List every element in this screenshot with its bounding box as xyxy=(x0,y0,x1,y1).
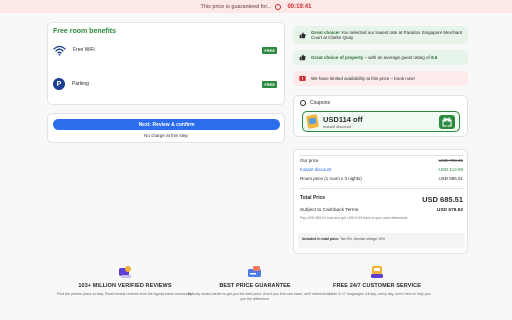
benefit-item-parking: P Parking FREE xyxy=(53,77,281,91)
divider xyxy=(299,188,464,189)
benefit-label: Free WiFi xyxy=(73,47,95,53)
price-guarantee-bar: This price is guaranteed for... 00:19:41 xyxy=(0,0,512,13)
wifi-icon xyxy=(53,44,66,56)
free-badge: FREE xyxy=(262,46,277,54)
coupons-card: Coupons USD114 off Instant discount xyxy=(293,95,468,137)
room-price-row: Room price (1 room x 3 nights) USD 685.5… xyxy=(300,176,463,181)
alert-bold: Great choice of property xyxy=(311,54,364,60)
total-price-label: Total Price xyxy=(300,195,326,201)
instant-discount-value: -USD 113.99 xyxy=(437,167,463,172)
thumbs-up-icon xyxy=(299,32,306,39)
countdown-timer: 00:19:41 xyxy=(287,3,312,10)
benefit-item-wifi: Free WiFi FREE xyxy=(53,43,281,57)
coupons-title: Coupons xyxy=(310,100,331,106)
parking-icon: P xyxy=(53,78,65,90)
feature-text: Nobody works harder to get you the best … xyxy=(187,292,323,301)
feature-reviews: 103+ MILLION VERIFIED REVIEWS Find the p… xyxy=(55,265,195,297)
next-review-confirm-button[interactable]: Next: Review & confirm xyxy=(53,119,280,130)
coupons-header: Coupons xyxy=(300,100,330,106)
alert-body: – with an average guest rating of xyxy=(363,54,432,60)
alert-text: Great choice of property – with an avera… xyxy=(311,55,437,60)
free-badge: FREE xyxy=(262,80,277,88)
room-price-value: USD 685.51 xyxy=(438,176,463,181)
coupon-icon xyxy=(300,100,306,106)
feature-title: 103+ MILLION VERIFIED REVIEWS xyxy=(78,283,172,289)
alert-icon xyxy=(299,75,306,82)
feature-title: FREE 24/7 CUSTOMER SERVICE xyxy=(333,283,421,289)
feature-text: Find the perfect place to stay. Read hon… xyxy=(57,292,193,296)
our-price-label: Our price xyxy=(300,158,319,163)
next-step-card: Next: Review & confirm No charge at this… xyxy=(47,113,285,143)
total-price-value: USD 685.51 xyxy=(422,195,463,204)
benefit-label: Parking xyxy=(72,81,89,87)
our-price-row: Our price USD 799.45 xyxy=(300,158,463,163)
included-label: Included in total price: xyxy=(302,237,340,241)
gift-icon xyxy=(439,115,455,129)
feature-customer-service: FREE 24/7 CUSTOMER SERVICE Available in … xyxy=(307,265,447,297)
room-price-label: Room price (1 room x 3 nights) xyxy=(300,176,362,181)
instant-discount-row: Instant discount -USD 113.99 xyxy=(300,167,463,172)
coupon-item[interactable]: USD114 off Instant discount xyxy=(302,111,460,132)
review-icon xyxy=(117,265,133,279)
divider xyxy=(299,155,464,156)
price-guarantee-icon xyxy=(247,265,263,279)
coupon-ticket-icon xyxy=(305,114,320,129)
our-price-value: USD 799.45 xyxy=(438,158,463,163)
lowest-rate-alert: Great choice! You selected our lowest ra… xyxy=(293,26,468,44)
instant-discount-label[interactable]: Instant discount xyxy=(300,167,332,172)
total-price-row: Total Price USD 685.51 xyxy=(300,195,463,204)
limited-availability-alert: We have limited availability at this pri… xyxy=(293,71,468,86)
customer-service-icon xyxy=(369,265,385,279)
guest-rating-alert: Great choice of property – with an avera… xyxy=(293,50,468,65)
alert-text: We have limited availability at this pri… xyxy=(311,75,415,81)
feature-price-guarantee: BEST PRICE GUARANTEE Nobody works harder… xyxy=(185,265,325,302)
clock-icon xyxy=(275,3,282,10)
cashback-value: USD 678.92 xyxy=(436,208,463,213)
thumbs-up-icon xyxy=(299,54,306,61)
guest-rating: 8.6 xyxy=(431,54,438,60)
feature-title: BEST PRICE GUARANTEE xyxy=(219,283,291,289)
cashback-row: Subject to Cashback Terms USD 678.92 xyxy=(300,208,463,213)
coupon-subtitle: Instant discount xyxy=(323,124,352,129)
alert-bold: Great choice! xyxy=(311,29,340,35)
coupon-amount: USD114 off xyxy=(323,115,363,124)
price-guarantee-message: This price is guaranteed for... xyxy=(200,3,272,10)
included-text: Tax 9%, Service charge 10% xyxy=(339,237,385,241)
included-in-total: Included in total price: Tax 9%, Service… xyxy=(298,233,465,248)
price-breakdown-card: Our price USD 799.45 Instant discount -U… xyxy=(293,149,468,254)
feature-text: Available in 17 languages. All day, ever… xyxy=(322,292,432,296)
cashback-terms-link[interactable]: Subject to Cashback Terms xyxy=(300,208,358,213)
no-charge-note: No charge at this step xyxy=(144,133,188,138)
pay-now-note: Pay USD 685.51 now and get USD 6.59 back… xyxy=(300,216,408,220)
benefits-title: Free room benefits xyxy=(53,28,117,35)
room-benefits-card: Free room benefits Free WiFi FREE P Park… xyxy=(47,22,285,105)
alert-text: Great choice! You selected our lowest ra… xyxy=(311,30,468,41)
